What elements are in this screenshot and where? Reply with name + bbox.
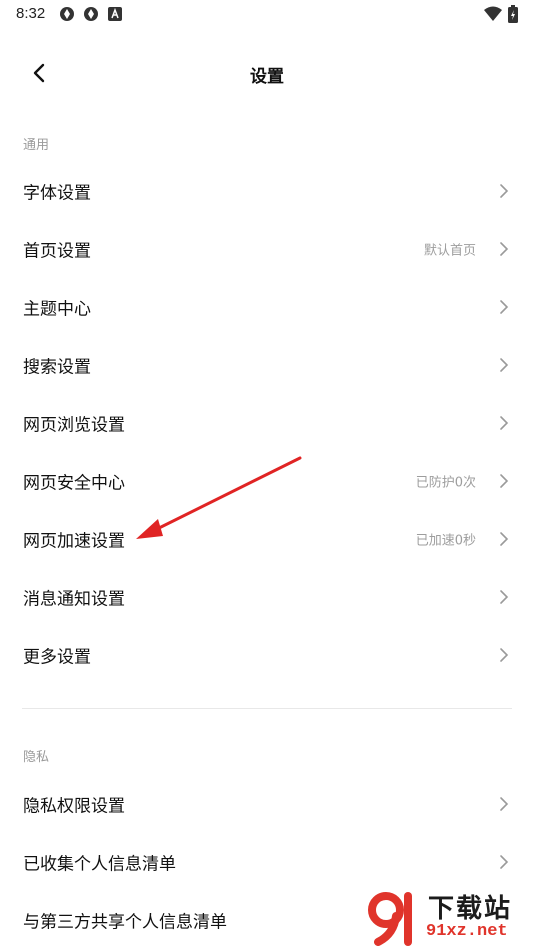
chevron-right-icon [500, 590, 509, 604]
sync-icon [83, 6, 99, 26]
item-label: 字体设置 [23, 183, 91, 204]
settings-item-homepage[interactable]: 首页设置 默认首页 [0, 220, 534, 278]
settings-item-security[interactable]: 网页安全中心 已防护0次 [0, 452, 534, 510]
settings-item-collected-info[interactable]: 已收集个人信息清单 [0, 833, 534, 891]
settings-item-notifications[interactable]: 消息通知设置 [0, 568, 534, 626]
item-label: 首页设置 [23, 241, 91, 262]
sync-icon [59, 6, 75, 26]
status-bar: 8:32 [0, 0, 534, 30]
settings-item-acceleration[interactable]: 网页加速设置 已加速0秒 [0, 510, 534, 568]
battery-icon [508, 5, 518, 27]
section-label-privacy: 隐私 [23, 750, 50, 765]
chevron-right-icon [500, 416, 509, 430]
section-divider [22, 708, 512, 709]
chevron-right-icon [500, 242, 509, 256]
item-label: 已收集个人信息清单 [23, 854, 176, 875]
status-time: 8:32 [16, 5, 46, 22]
settings-item-privacy-permissions[interactable]: 隐私权限设置 [0, 775, 534, 833]
page-title: 设置 [250, 67, 284, 87]
nav-bar: 设置 [0, 48, 534, 98]
settings-item-more[interactable]: 更多设置 [0, 626, 534, 684]
chevron-right-icon [500, 358, 509, 372]
item-label: 搜索设置 [23, 357, 91, 378]
settings-item-search[interactable]: 搜索设置 [0, 336, 534, 394]
item-label: 网页浏览设置 [23, 415, 125, 436]
chevron-right-icon [500, 855, 509, 869]
item-label: 更多设置 [23, 647, 91, 668]
chevron-right-icon [500, 797, 509, 811]
watermark-title: 下载站 [428, 894, 513, 924]
watermark-logo [368, 892, 412, 946]
section-label-general: 通用 [23, 138, 50, 153]
item-label: 网页加速设置 [23, 531, 125, 552]
item-value: 已加速0秒 [415, 533, 476, 549]
item-value: 已防护0次 [415, 475, 476, 491]
chevron-right-icon [500, 474, 509, 488]
chevron-right-icon [500, 648, 509, 662]
watermark: 下载站 91xz.net [362, 886, 532, 946]
item-value: 默认首页 [423, 243, 476, 259]
item-label: 主题中心 [23, 299, 91, 320]
chevron-right-icon [500, 300, 509, 314]
wifi-icon [484, 6, 502, 26]
watermark-url: 91xz.net [426, 922, 508, 941]
item-label: 消息通知设置 [23, 589, 125, 610]
item-label: 隐私权限设置 [23, 796, 125, 817]
settings-item-font[interactable]: 字体设置 [0, 162, 534, 220]
font-icon [108, 6, 122, 25]
settings-item-theme[interactable]: 主题中心 [0, 278, 534, 336]
chevron-right-icon [500, 184, 509, 198]
chevron-right-icon [500, 532, 509, 546]
item-label: 与第三方共享个人信息清单 [23, 912, 227, 933]
settings-item-browsing[interactable]: 网页浏览设置 [0, 394, 534, 452]
item-label: 网页安全中心 [23, 473, 125, 494]
